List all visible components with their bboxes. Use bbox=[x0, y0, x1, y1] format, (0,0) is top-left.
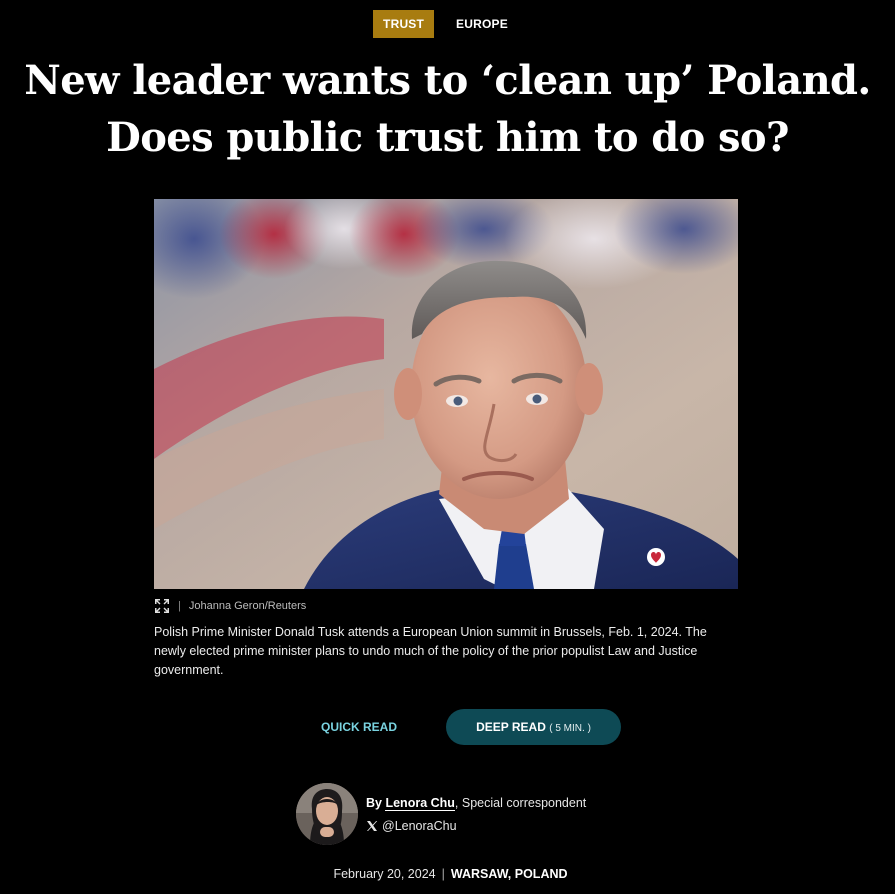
byline: By Lenora Chu, Special correspondent bbox=[366, 796, 587, 811]
credit-separator: | bbox=[178, 600, 181, 612]
author-role: , Special correspondent bbox=[454, 796, 587, 810]
author-name-link[interactable]: Lenora Chu bbox=[385, 796, 455, 811]
author-social[interactable]: @LenoraChu bbox=[366, 819, 457, 833]
tag-trust[interactable]: TRUST bbox=[373, 10, 435, 38]
headline-line-1: New leader wants to ‘clean up’ Poland. bbox=[24, 57, 871, 104]
deep-read-button[interactable]: DEEP READ ( 5 MIN. ) bbox=[446, 709, 621, 745]
dateline-separator: | bbox=[441, 867, 445, 881]
quick-read-button[interactable]: QUICK READ bbox=[306, 709, 412, 745]
dateline-location: WARSAW, POLAND bbox=[450, 867, 568, 881]
x-icon bbox=[366, 820, 378, 832]
photo-credit-row: | Johanna Geron/Reuters bbox=[154, 598, 306, 614]
photo-caption: Polish Prime Minister Donald Tusk attend… bbox=[154, 625, 707, 677]
author-avatar-illustration bbox=[296, 783, 358, 845]
hero-photo-illustration bbox=[154, 199, 738, 589]
tag-europe[interactable]: EUROPE bbox=[456, 17, 508, 31]
photo-credit: Johanna Geron/Reuters bbox=[188, 600, 307, 612]
expand-icon[interactable] bbox=[154, 598, 170, 614]
deep-read-time: ( 5 MIN. ) bbox=[549, 723, 591, 734]
hero-photo[interactable] bbox=[154, 199, 738, 589]
author-handle[interactable]: @LenoraChu bbox=[382, 819, 457, 833]
author-avatar[interactable] bbox=[296, 783, 358, 845]
dateline: February 20, 2024 | WARSAW, POLAND bbox=[0, 867, 895, 881]
byline-prefix: By bbox=[366, 796, 382, 810]
article-headline: New leader wants to ‘clean up’ Poland. D… bbox=[0, 52, 895, 166]
publish-date: February 20, 2024 bbox=[333, 867, 436, 881]
section-tags: TRUST EUROPE bbox=[0, 10, 895, 38]
headline-line-2: Does public trust him to do so? bbox=[106, 114, 789, 161]
deep-read-label: DEEP READ bbox=[476, 720, 546, 734]
